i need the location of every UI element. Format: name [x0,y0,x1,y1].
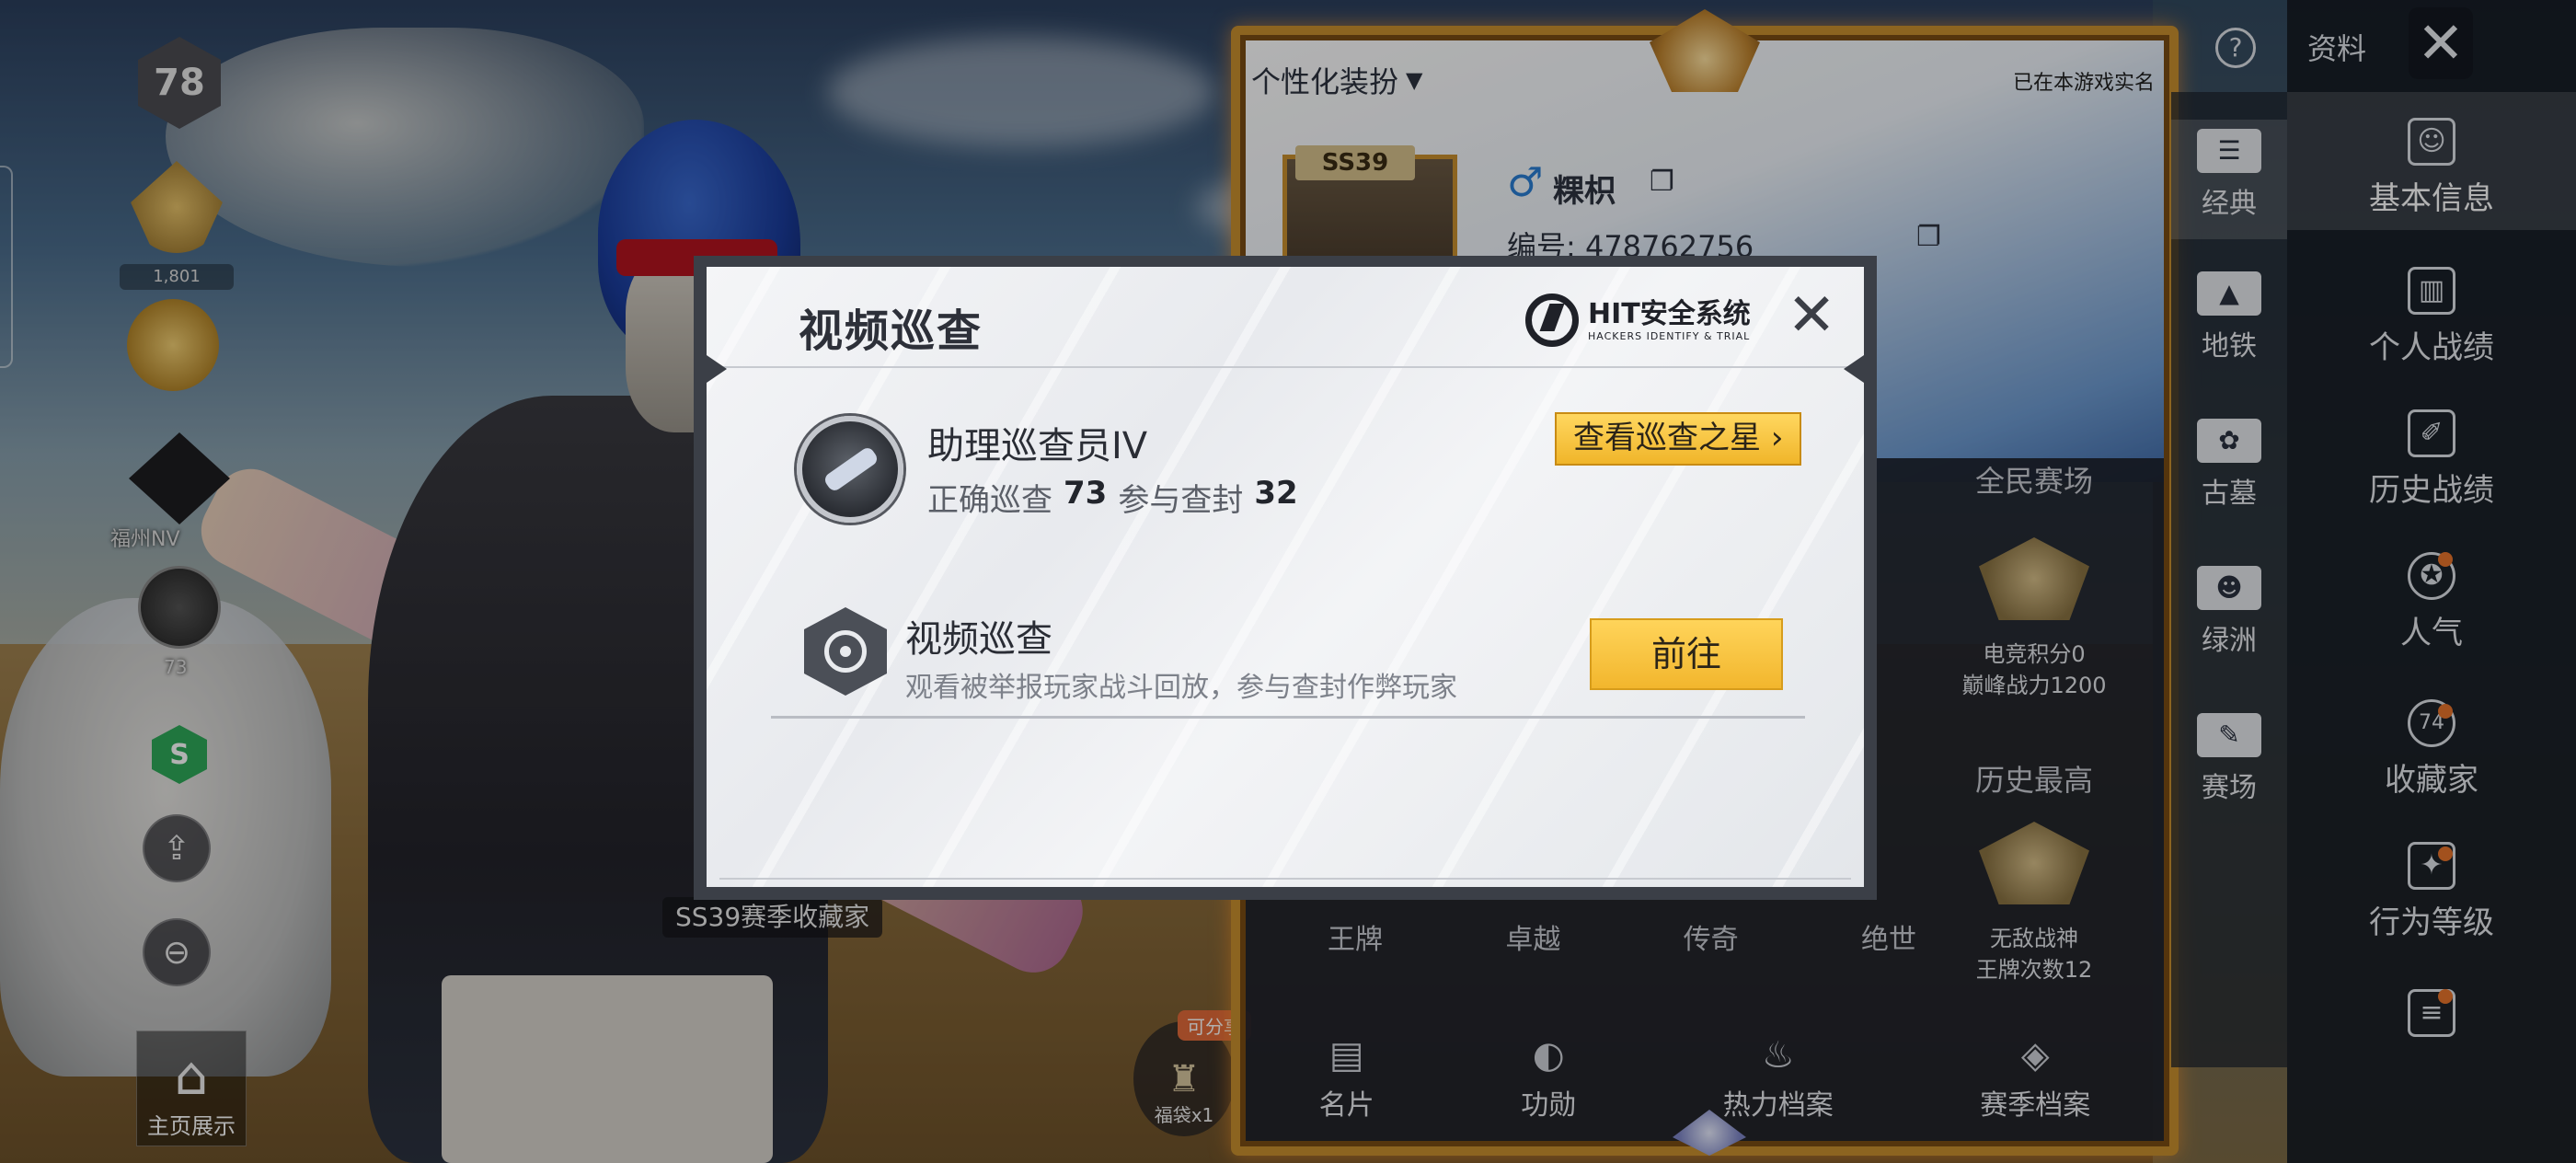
chevron-right-icon: › [1770,420,1784,456]
target-icon [804,607,887,696]
hit-logo-subtext: HACKERS IDENTIFY & TRIAL [1588,329,1751,342]
correct-patrol-label: 正确巡查 [927,482,1052,519]
video-patrol-dialog: 视频巡查 HIT安全系统 HACKERS IDENTIFY & TRIAL ✕ … [694,256,1877,900]
hit-logo-icon [1525,294,1579,347]
ban-participation-value: 32 [1254,475,1298,512]
hit-security-logo: HIT安全系统 HACKERS IDENTIFY & TRIAL [1525,293,1768,348]
hit-logo-text: HIT安全系统 [1588,297,1751,330]
dialog-bottom-line [719,878,1851,880]
ban-participation-label: 参与查封 [1118,482,1244,519]
divider [771,716,1805,719]
close-dialog-button[interactable]: ✕ [1781,286,1842,348]
correct-patrol-value: 73 [1064,475,1108,512]
view-patrol-star-label: 查看巡查之星 [1573,420,1761,456]
patrol-stats: 正确巡查 73 参与查封 32 [927,475,1298,520]
video-patrol-description: 观看被举报玩家战斗回放，参与查封作弊玩家 [905,672,1457,704]
view-patrol-star-button[interactable]: 查看巡查之星 › [1555,412,1802,466]
patrol-rank-title: 助理巡查员IV [927,425,1148,467]
dialog-title: 视频巡查 [799,305,983,357]
dialog-header: 视频巡查 HIT安全系统 HACKERS IDENTIFY & TRIAL ✕ [707,267,1864,368]
dialog-body: 视频巡查 HIT安全系统 HACKERS IDENTIFY & TRIAL ✕ … [707,267,1864,887]
patrol-rank-icon [797,416,903,523]
go-button[interactable]: 前往 [1590,618,1783,690]
video-patrol-title: 视频巡查 [905,618,1052,661]
